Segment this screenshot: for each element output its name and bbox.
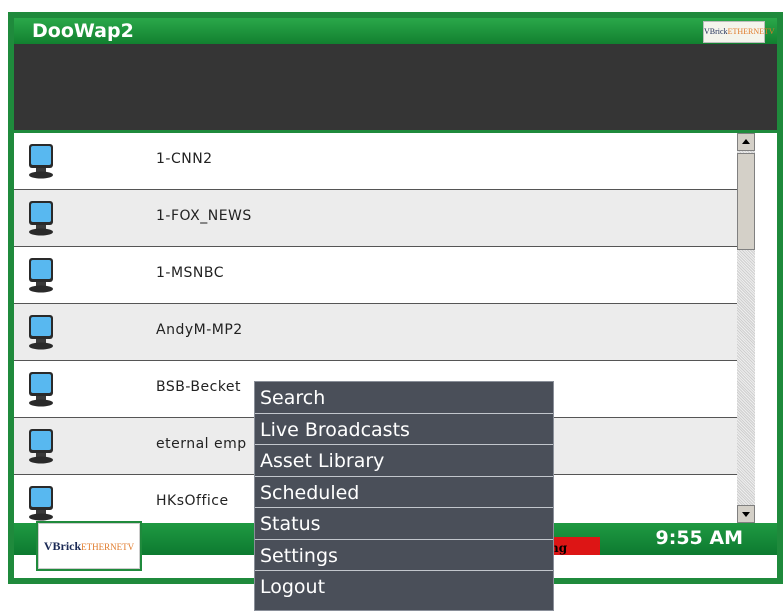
arrow-up-icon	[742, 139, 750, 144]
channel-label: HKsOffice	[156, 493, 229, 509]
logo-brand: VBrick	[43, 539, 82, 553]
channel-label: AndyM-MP2	[156, 322, 243, 338]
channel-label: eternal emp	[156, 436, 247, 452]
monitor-icon	[29, 315, 53, 350]
channel-label: 1-CNN2	[156, 151, 213, 167]
logo-suffix: ETHERNETV	[81, 542, 135, 552]
channel-row-3[interactable]: 1-MSNBC	[14, 247, 737, 304]
context-menu: Search Live Broadcasts Asset Library Sch…	[254, 381, 554, 611]
scroll-up-button[interactable]	[737, 133, 755, 151]
menu-item-search[interactable]: Search	[255, 382, 553, 414]
monitor-icon	[29, 144, 53, 179]
menu-item-asset-library[interactable]: Asset Library	[255, 445, 553, 477]
menu-item-logout[interactable]: Logout	[255, 571, 553, 603]
monitor-icon	[29, 486, 53, 521]
channel-label: 1-MSNBC	[156, 265, 225, 281]
menu-item-live-broadcasts[interactable]: Live Broadcasts	[255, 414, 553, 445]
scroll-down-button[interactable]	[737, 505, 755, 523]
monitor-icon	[29, 372, 53, 407]
menu-item-settings[interactable]: Settings	[255, 540, 553, 571]
scroll-thumb[interactable]	[737, 153, 755, 250]
arrow-down-icon	[742, 512, 750, 517]
logo-brand: VBrick	[704, 27, 728, 36]
monitor-icon	[29, 429, 53, 464]
menu-item-scheduled[interactable]: Scheduled	[255, 477, 553, 508]
channel-row-2[interactable]: 1-FOX_NEWS	[14, 190, 737, 247]
clock: 9:55 AM	[655, 527, 744, 549]
title-bar: DooWap2 VBrickETHERNETV	[14, 18, 777, 44]
menu-item-status[interactable]: Status	[255, 508, 553, 540]
vbrick-logo: VBrickETHERNETV	[38, 523, 140, 569]
monitor-icon	[29, 258, 53, 293]
channel-row-1[interactable]: 1-CNN2	[14, 133, 737, 190]
monitor-icon	[29, 201, 53, 236]
channel-row-4[interactable]: AndyM-MP2	[14, 304, 737, 361]
channel-label: 1-FOX_NEWS	[156, 208, 252, 224]
window-title: DooWap2	[32, 20, 134, 42]
vbrick-logo-small: VBrickETHERNETV	[703, 21, 775, 43]
logo-suffix: ETHERNETV	[727, 27, 775, 36]
video-preview-area	[14, 44, 777, 130]
list-scrollbar[interactable]	[737, 133, 755, 523]
channel-label: BSB-Becket	[156, 379, 242, 395]
